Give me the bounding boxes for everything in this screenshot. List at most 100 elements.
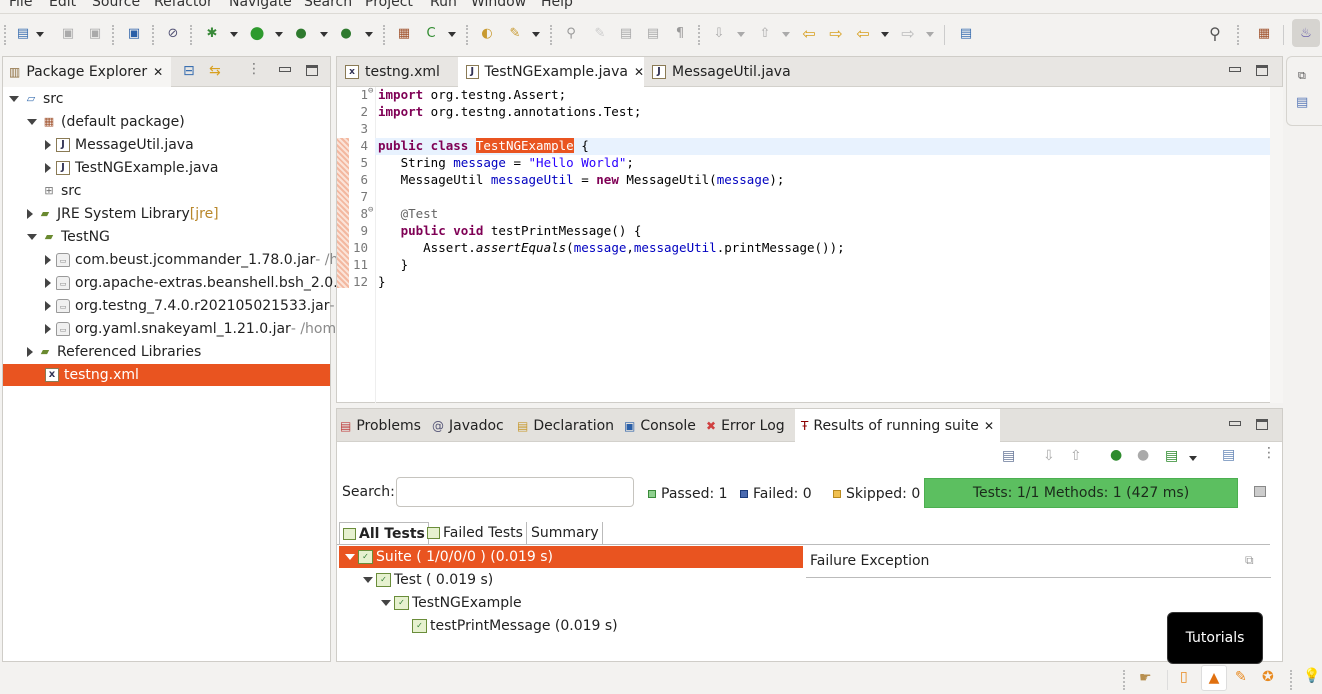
prev-annotation-icon[interactable]: ⇧ [755, 24, 775, 42]
pin-icon[interactable]: ☛ [1139, 670, 1152, 686]
restore-icon[interactable]: ⧉ [1298, 69, 1306, 83]
tab-javadoc[interactable]: @ Javadoc [432, 409, 504, 442]
save-all-icon[interactable]: ▣ [85, 24, 105, 42]
chevron-down-icon[interactable] [345, 554, 355, 560]
pin-icon[interactable]: ⚲ [561, 24, 581, 42]
minimize-icon[interactable] [1229, 421, 1241, 426]
minimize-icon[interactable] [279, 67, 291, 72]
close-icon[interactable]: ✕ [634, 65, 644, 79]
new-icon[interactable]: ▤ [13, 24, 33, 42]
maximize-icon[interactable] [1256, 419, 1268, 430]
run-icon[interactable]: ● [247, 23, 267, 43]
layout-icon[interactable]: ▤ [1222, 447, 1235, 463]
tree-item[interactable]: ▭ com.beust.jcommander_1.78.0.jar - /h [45, 249, 338, 271]
tab-error-log[interactable]: ✖ Error Log [706, 409, 785, 442]
close-icon[interactable]: ✕ [153, 65, 163, 79]
link-with-editor-icon[interactable]: ⇆ [209, 63, 221, 79]
menu-help[interactable]: Help [541, 0, 573, 10]
tree-item[interactable]: ▦ (default package) [27, 111, 185, 133]
result-tree-item[interactable]: ✓ TestNGExample [339, 592, 522, 614]
external-tools-icon[interactable]: ● [336, 24, 356, 42]
collapse-all-icon[interactable]: ⊟ [183, 63, 195, 79]
rerun-icon[interactable]: ● [1110, 447, 1122, 463]
terminal-icon[interactable]: ▣ [124, 24, 144, 42]
tab-results-of-running-suite[interactable]: Ŧ Results of running suite ✕ [795, 409, 1000, 442]
coverage-icon[interactable]: ● [291, 24, 311, 42]
chevron-right-icon[interactable] [27, 347, 33, 357]
tips-icon[interactable]: 💡 [1303, 668, 1320, 684]
java-perspective-icon[interactable]: ♨ [1292, 19, 1320, 47]
menu-navigate[interactable]: Navigate [229, 0, 292, 10]
chevron-right-icon[interactable] [45, 255, 51, 265]
tree-item[interactable]: ⊞ src [27, 180, 81, 202]
view-menu-icon[interactable]: ⋮ [1262, 445, 1276, 461]
clear-results-icon[interactable]: ▤ [1002, 448, 1015, 464]
code-editor[interactable]: 1 ⊖ 2 3 4 5 6 7 8 ⊖ 9 10 11 12 import org.testng.Asse… [337, 86, 1283, 403]
tree-item[interactable]: J TestNGExample.java [45, 157, 218, 179]
chevron-right-icon[interactable] [45, 163, 51, 173]
chevron-down-icon[interactable] [27, 119, 37, 125]
menu-refactor[interactable]: Refactor [154, 0, 213, 10]
tree-item[interactable]: x testng.xml [3, 364, 330, 386]
next-failure-icon[interactable]: ⇩ [1043, 448, 1055, 464]
stop-icon[interactable] [1254, 486, 1266, 497]
rerun-failed-icon[interactable]: ● [1137, 447, 1149, 463]
samples-icon[interactable]: ✎ [1235, 669, 1247, 685]
tab-declaration[interactable]: ▤ Declaration [517, 409, 614, 442]
open-type-icon[interactable]: ◐ [477, 24, 497, 42]
next-annotation-icon[interactable]: ⇩ [709, 24, 729, 42]
back-icon[interactable]: ⇦ [853, 24, 873, 43]
forward-icon[interactable]: ⇨ [898, 24, 918, 43]
tree-item[interactable]: J MessageUtil.java [45, 134, 194, 156]
menu-window[interactable]: Window [471, 0, 526, 10]
debug-icon[interactable]: ✱ [202, 24, 222, 42]
search-icon[interactable]: ⚲ [1205, 24, 1225, 43]
menu-run[interactable]: Run [430, 0, 457, 10]
chevron-down-icon[interactable] [381, 600, 391, 606]
menu-file[interactable]: File [9, 0, 32, 10]
tree-item[interactable]: ▭ org.yaml.snakeyaml_1.21.0.jar - /home [45, 318, 345, 340]
search-task-icon[interactable]: ✎ [505, 24, 525, 42]
pilcrow-icon[interactable]: ¶ [670, 24, 690, 42]
editor-tab-testng-xml[interactable]: x testng.xml [337, 57, 457, 87]
tree-item[interactable]: ▰ Referenced Libraries [27, 341, 201, 363]
tab-console[interactable]: ▣ Console [624, 409, 696, 442]
tutorials-icon[interactable]: ▲ [1201, 665, 1227, 691]
fold-icon[interactable]: ⊖ [368, 205, 373, 215]
result-tree-item[interactable]: ✓ testPrintMessage (0.019 s) [339, 615, 618, 637]
outline-view-icon[interactable]: ▤ [1296, 95, 1308, 110]
forward-edit-icon[interactable]: ⇨ [826, 24, 846, 43]
result-tree-item[interactable]: ✓ Suite ( 1/0/0/0 ) (0.019 s) [339, 546, 803, 568]
menu-source[interactable]: Source [92, 0, 140, 10]
chevron-right-icon[interactable] [45, 324, 51, 334]
editor-tab-messageutil[interactable]: J MessageUtil.java [644, 57, 804, 87]
toggle-icon[interactable]: ▤ [616, 24, 636, 42]
test-history-icon[interactable]: ▤ [1165, 448, 1178, 464]
compare-icon[interactable]: ⧉ [1245, 553, 1254, 568]
tab-summary[interactable]: Summary [528, 522, 603, 544]
skip-breakpoints-icon[interactable]: ⊘ [163, 24, 183, 42]
chevron-down-icon[interactable] [363, 577, 373, 583]
menu-project[interactable]: Project [365, 0, 413, 10]
tab-all-tests[interactable]: All Tests [339, 522, 429, 544]
maximize-icon[interactable] [306, 65, 318, 76]
result-tree-item[interactable]: ✓ Test ( 0.019 s) [339, 569, 493, 591]
maximize-icon[interactable] [1256, 65, 1268, 76]
tab-failed-tests[interactable]: Failed Tests [424, 522, 527, 544]
overview-ruler[interactable] [1270, 87, 1283, 403]
tree-item[interactable]: ▭ org.apache-extras.beanshell.bsh_2.0.0 [45, 272, 347, 294]
chevron-right-icon[interactable] [45, 140, 51, 150]
minimize-icon[interactable] [1229, 67, 1241, 72]
tree-item[interactable]: ▱ src [9, 88, 63, 110]
menu-edit[interactable]: Edit [49, 0, 76, 10]
last-edit-icon[interactable]: ⇦ [799, 24, 819, 43]
chevron-right-icon[interactable] [27, 209, 33, 219]
new-package-icon[interactable]: ▦ [394, 24, 414, 42]
tree-item[interactable]: ▰ JRE System Library [jre] [27, 203, 219, 225]
tab-problems[interactable]: ▤ Problems [340, 409, 421, 442]
menu-search[interactable]: Search [304, 0, 352, 10]
new-class-icon[interactable]: C [421, 24, 441, 42]
chevron-down-icon[interactable] [9, 96, 19, 102]
view-menu-icon[interactable]: ⋮ [247, 61, 261, 77]
tree-item[interactable]: ▰ TestNG [27, 226, 110, 248]
